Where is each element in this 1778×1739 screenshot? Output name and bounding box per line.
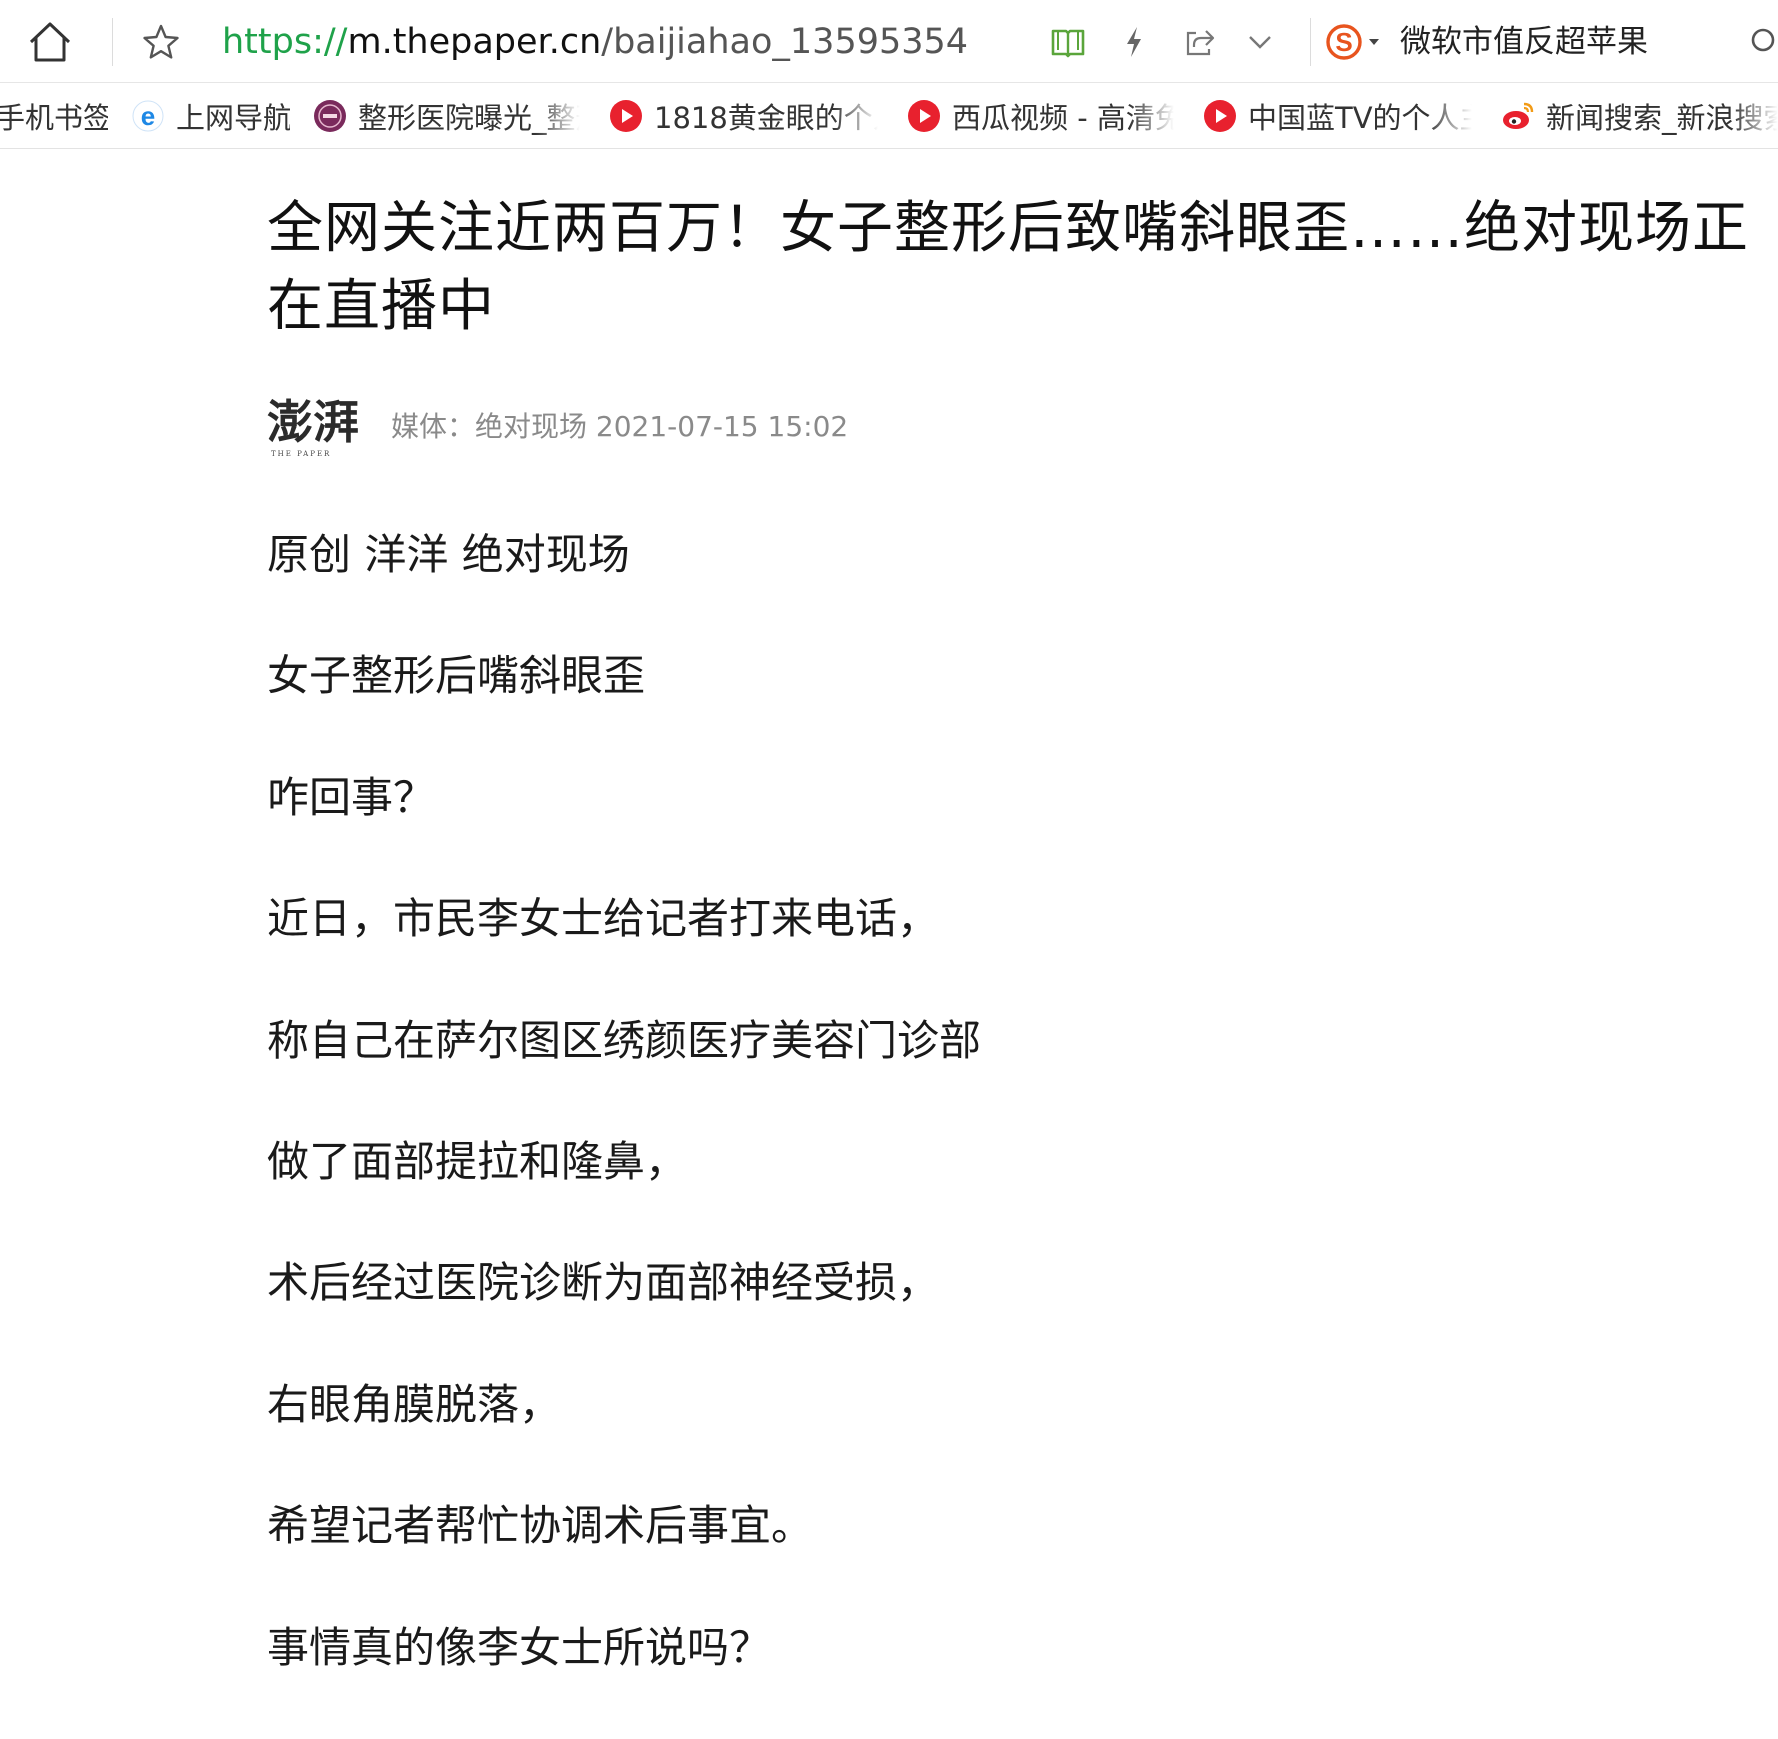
- bookmark-label: 西瓜视频 - 高清免: [952, 100, 1174, 135]
- bookmark-sina-news[interactable]: 新闻搜索_新浪搜索: [1500, 83, 1778, 148]
- address-bar[interactable]: https://m.thepaper.cn/baijiahao_13595354: [222, 20, 968, 64]
- url-scheme: https://: [222, 22, 348, 62]
- thepaper-logo: 澎湃 THE PAPER: [267, 395, 359, 458]
- url-host: m.thepaper.cn: [347, 22, 602, 62]
- url-path: /baijiahao_13595354: [601, 22, 969, 62]
- article-paragraph: 右眼角膜脱落，: [267, 1379, 562, 1429]
- article-paragraph: 女子整形后嘴斜眼歪: [267, 651, 646, 701]
- bookmark-xigua[interactable]: 西瓜视频 - 高清免: [906, 83, 1174, 148]
- svg-text:e: e: [141, 101, 155, 131]
- bookmark-label: 新闻搜索_新浪搜索: [1546, 100, 1778, 135]
- bookmark-zgltv[interactable]: 中国蓝TV的个人主: [1202, 83, 1472, 148]
- article-source-date: 媒体：绝对现场 2021-07-15 15:02: [391, 410, 849, 443]
- share-icon: [1186, 30, 1215, 56]
- article-title: 全网关注近两百万！女子整形后致嘴斜眼歪……绝对现场正在直播中: [267, 196, 1749, 339]
- search-button[interactable]: [1746, 20, 1778, 64]
- bookmark-label: 整形医院曝光_整形: [358, 100, 580, 135]
- logo-sub-lettering: THE PAPER: [271, 450, 331, 458]
- toolbar-divider: [1310, 18, 1311, 66]
- red-play-icon: [1202, 98, 1238, 134]
- home-icon: [29, 22, 71, 62]
- bookmarks-bar: 手机书签 e 上网导航 整形医院曝光_整形 1818黄金眼的个人 西瓜视频 - …: [0, 83, 1778, 149]
- article-body: 原创 洋洋 绝对现场 女子整形后嘴斜眼歪 咋回事？ 近日，市民李女士给记者打来电…: [267, 525, 1667, 1739]
- logo-lettering: 澎湃: [267, 395, 359, 449]
- star-icon: [143, 24, 179, 59]
- more-dropdown-button[interactable]: [1240, 24, 1280, 60]
- search-engine-selector[interactable]: S: [1324, 20, 1386, 64]
- browser-toolbar: https://m.thepaper.cn/baijiahao_13595354…: [0, 0, 1778, 83]
- book-icon: [1051, 29, 1085, 58]
- article-paragraph: 做了面部提拉和隆鼻，: [267, 1136, 688, 1186]
- home-button[interactable]: [18, 14, 82, 70]
- reader-mode-button[interactable]: [1046, 20, 1090, 64]
- article-paragraph: 近日，市民李女士给记者打来电话，: [267, 894, 940, 944]
- bookmark-label: 手机书签: [0, 100, 108, 135]
- ie-e-icon: e: [130, 98, 166, 134]
- sogou-search-icon: S: [1326, 24, 1379, 60]
- bookmark-clinic[interactable]: 整形医院曝光_整形: [312, 83, 580, 148]
- bookmark-label: 中国蓝TV的个人主: [1248, 100, 1472, 135]
- bookmark-mobile[interactable]: 手机书签: [0, 83, 108, 148]
- toolbar-divider: [112, 18, 113, 66]
- search-box[interactable]: 微软市值反超苹果: [1400, 20, 1648, 64]
- lightning-icon: [1127, 27, 1141, 57]
- article-meta: 澎湃 THE PAPER 媒体：绝对现场 2021-07-15 15:02: [267, 390, 848, 460]
- article-paragraph: 事情真的像李女士所说吗？: [267, 1622, 772, 1672]
- chevron-down-icon: [1249, 36, 1271, 49]
- article-paragraph: 称自己在萨尔图区绣颜医疗美容门诊部: [267, 1015, 982, 1065]
- weibo-icon: [1500, 98, 1536, 134]
- article-paragraph: 原创 洋洋 绝对现场: [267, 530, 630, 579]
- article-paragraph: 术后经过医院诊断为面部神经受损，: [267, 1258, 940, 1308]
- share-button[interactable]: [1178, 20, 1222, 64]
- svg-text:S: S: [1335, 27, 1352, 57]
- search-icon: [1751, 28, 1775, 52]
- speed-mode-button[interactable]: [1114, 20, 1154, 64]
- favorite-button[interactable]: [136, 18, 186, 66]
- clinic-logo-icon: [312, 98, 348, 134]
- bookmark-label: 上网导航: [176, 100, 290, 135]
- bookmark-label: 1818黄金眼的个人: [654, 100, 878, 135]
- bookmark-1818[interactable]: 1818黄金眼的个人: [608, 83, 878, 148]
- article-paragraph: 希望记者帮忙协调术后事宜。: [267, 1501, 814, 1551]
- article-paragraph: 咋回事？: [267, 772, 436, 822]
- red-play-icon: [906, 98, 942, 134]
- red-play-icon: [608, 98, 644, 134]
- article: 全网关注近两百万！女子整形后致嘴斜眼歪……绝对现场正在直播中 澎湃 THE PA…: [267, 190, 1778, 1672]
- bookmark-nav[interactable]: e 上网导航: [130, 83, 290, 148]
